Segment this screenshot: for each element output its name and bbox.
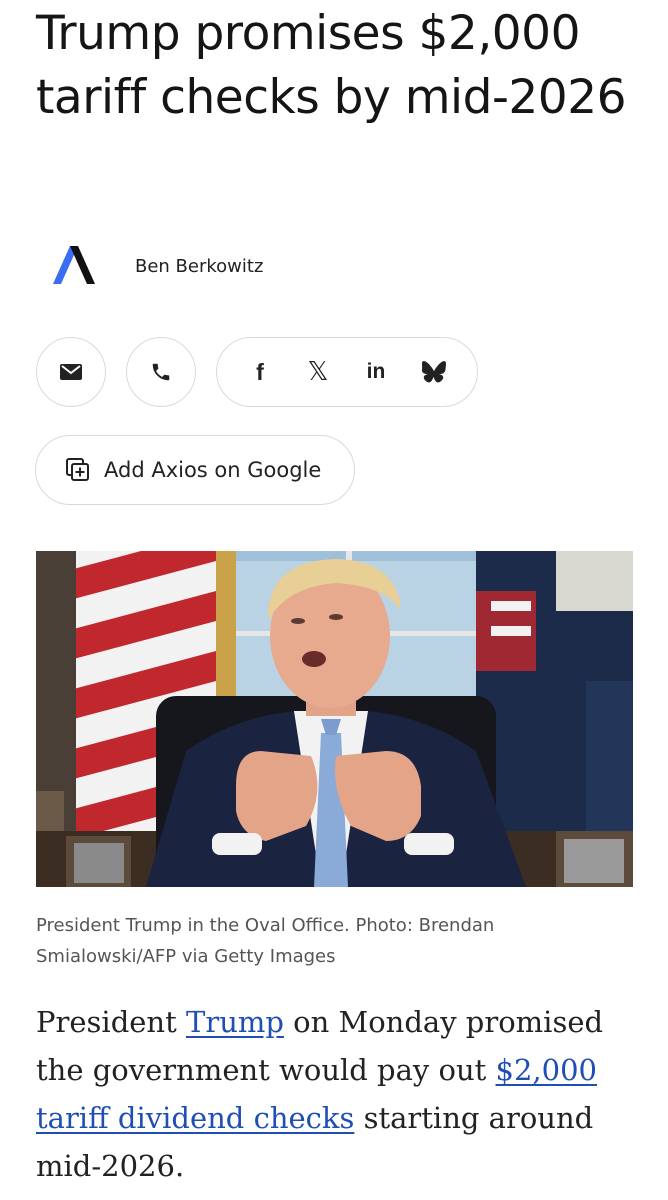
- author-name[interactable]: Ben Berkowitz: [135, 256, 263, 277]
- email-icon: [60, 364, 82, 380]
- facebook-share-button[interactable]: f: [243, 355, 277, 389]
- phone-share-button[interactable]: [126, 337, 196, 407]
- facebook-icon: f: [256, 358, 264, 385]
- byline: Ben Berkowitz: [50, 244, 263, 288]
- trump-link[interactable]: Trump: [186, 1005, 284, 1039]
- x-share-button[interactable]: 𝕏: [301, 355, 335, 389]
- social-share-group: f 𝕏 in: [216, 337, 478, 407]
- axios-logo-icon[interactable]: [50, 244, 96, 288]
- email-share-button[interactable]: [36, 337, 106, 407]
- article-photo: [36, 551, 633, 887]
- x-icon: 𝕏: [307, 357, 329, 387]
- add-axios-on-google-label: Add Axios on Google: [104, 458, 322, 482]
- article-headline: Trump promises $2,000 tariff checks by m…: [36, 6, 627, 125]
- bluesky-icon: [422, 361, 446, 383]
- photo-illustration: [36, 551, 633, 887]
- phone-icon: [152, 363, 170, 381]
- paragraph-text: President: [36, 1005, 186, 1039]
- article-paragraph: President Trump on Monday promised the g…: [36, 998, 636, 1190]
- linkedin-icon: in: [366, 360, 386, 383]
- linkedin-share-button[interactable]: in: [359, 355, 393, 389]
- bluesky-share-button[interactable]: [417, 355, 451, 389]
- photo-caption: President Trump in the Oval Office. Phot…: [36, 915, 495, 967]
- add-axios-on-google-button[interactable]: Add Axios on Google: [35, 435, 355, 505]
- add-source-icon: [66, 458, 89, 481]
